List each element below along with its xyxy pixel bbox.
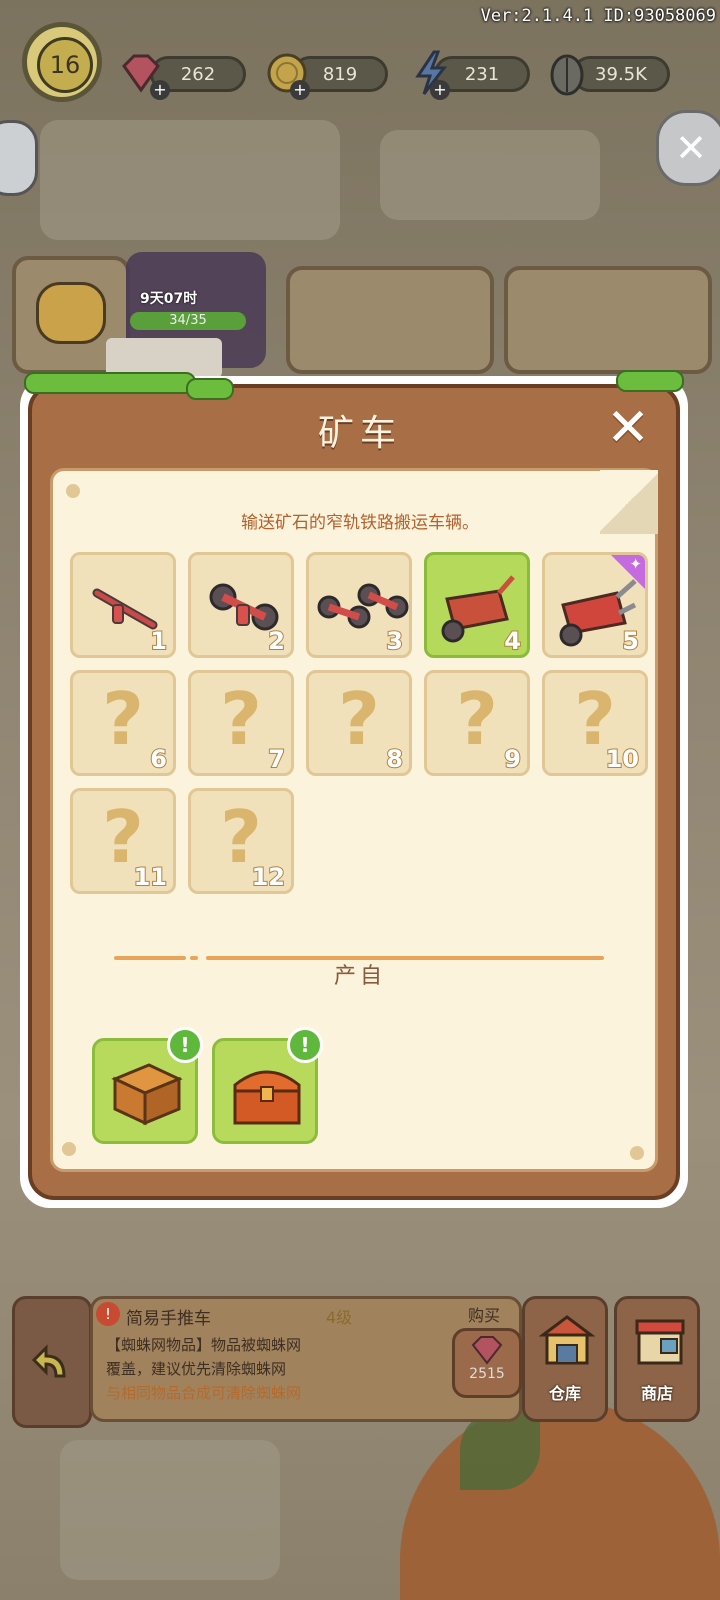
paper-pin	[66, 484, 80, 498]
slot-number: 8	[385, 744, 404, 773]
gem-icon	[471, 1336, 503, 1365]
item-description: 输送矿石的窄轨铁路搬运车辆。	[241, 513, 479, 533]
shop-label: 商店	[640, 1384, 673, 1403]
background-item-card	[504, 266, 712, 374]
event-timer: 9天07时	[140, 291, 198, 307]
chain-slot-locked[interactable]: ? 8	[306, 670, 412, 776]
back-arrow-icon	[31, 1344, 66, 1378]
chain-slot-locked[interactable]: ? 9	[424, 670, 530, 776]
seed-icon[interactable]	[542, 48, 592, 98]
event-progress: 34/35	[130, 312, 246, 330]
chain-slot-locked[interactable]: ? 12	[188, 788, 294, 894]
orange-chest-icon	[233, 1070, 301, 1125]
add-coins-icon[interactable]: +	[290, 80, 310, 100]
alert-badge-icon: !	[167, 1027, 203, 1063]
buy-button[interactable]	[452, 1328, 522, 1398]
chain-slot-locked[interactable]: ? 6	[70, 670, 176, 776]
chain-slot[interactable]: 2	[188, 552, 294, 658]
alert-badge-icon: !	[287, 1027, 323, 1063]
slot-number: 3	[385, 626, 404, 655]
background-tile	[60, 1440, 280, 1580]
slot-number: 6	[149, 744, 168, 773]
player-level-badge[interactable]: 16	[22, 22, 102, 102]
buy-price: 2515	[469, 1366, 505, 1382]
chain-slot[interactable]: 1	[70, 552, 176, 658]
info-line-1: 【蜘蛛网物品】物品被蜘蛛网	[106, 1336, 302, 1354]
add-energy-icon[interactable]: +	[430, 80, 450, 100]
buy-label: 购买	[468, 1306, 501, 1325]
slot-number: 9	[503, 744, 522, 773]
leaf-decoration	[24, 372, 196, 394]
slot-number: 10	[605, 744, 640, 773]
warehouse-icon	[539, 1315, 595, 1365]
close-icon[interactable]: ✕	[656, 110, 720, 186]
info-line-2: 覆盖，建议优先清除蜘蛛网	[106, 1360, 287, 1378]
chain-slot-selected[interactable]: 4	[424, 552, 530, 658]
slot-number: 1	[149, 626, 168, 655]
side-menu-button[interactable]	[0, 120, 38, 196]
shop-icon	[635, 1319, 685, 1365]
background-tile	[380, 130, 600, 220]
chain-slot[interactable]: 3	[306, 552, 412, 658]
leaf-decoration	[616, 370, 684, 392]
warehouse-label: 仓库	[548, 1384, 581, 1403]
slot-number: 7	[267, 744, 286, 773]
background-item-card	[286, 266, 494, 374]
dialog-close-icon[interactable]: ✕	[604, 402, 652, 454]
background-leaf	[460, 1410, 540, 1490]
info-icon: !	[96, 1302, 120, 1326]
source-item[interactable]: !	[212, 1027, 323, 1144]
back-button[interactable]	[12, 1296, 92, 1428]
background-tile	[40, 120, 340, 240]
wooden-chest-icon	[111, 1063, 183, 1126]
item-name: 简易手推车	[126, 1309, 211, 1329]
paper-pin	[62, 1142, 76, 1156]
version-label: Ver:2.1.4.1 ID:93058069	[480, 6, 716, 26]
chain-slot-locked[interactable]: ? 11	[70, 788, 176, 894]
slot-number: 12	[251, 862, 286, 891]
player-level-value: 16	[37, 37, 93, 93]
slot-number: 5	[621, 626, 640, 655]
chain-slot[interactable]: ✦ 5	[542, 552, 648, 658]
pumpkin-icon	[36, 282, 106, 344]
source-item[interactable]: !	[92, 1027, 203, 1144]
add-gems-icon[interactable]: +	[150, 80, 170, 100]
slot-number: 11	[133, 862, 168, 891]
paper-pin	[630, 1146, 644, 1160]
item-level: 4级	[326, 1308, 353, 1327]
chain-slot-locked[interactable]: ? 10	[542, 670, 648, 776]
slot-number: 2	[267, 626, 286, 655]
leaf-decoration	[186, 378, 234, 400]
chain-slot-locked[interactable]: ? 7	[188, 670, 294, 776]
info-line-3: 与相同物品合成可清除蜘蛛网	[106, 1384, 302, 1402]
source-label: 产自	[333, 964, 386, 989]
slot-number: 4	[503, 626, 522, 655]
